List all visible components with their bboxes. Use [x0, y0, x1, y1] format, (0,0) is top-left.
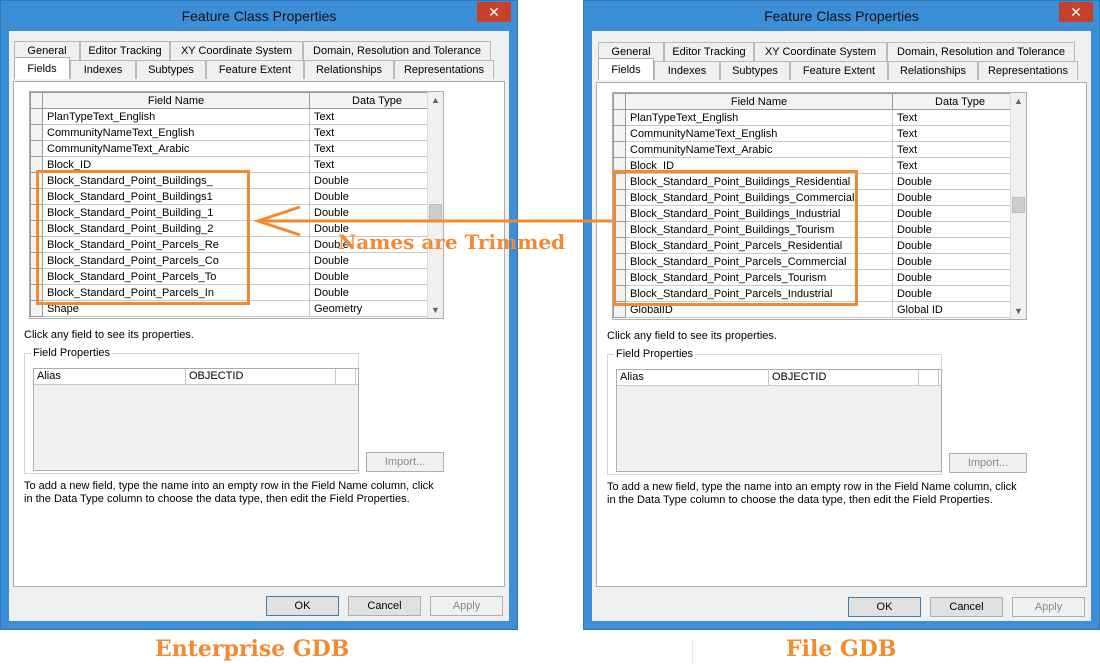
caption-file-gdb: File GDB [786, 636, 897, 662]
annotation-arrow [253, 205, 612, 237]
annotation-names-trimmed: Names are Trimmed [338, 230, 566, 254]
caption-enterprise-gdb: Enterprise GDB [155, 636, 350, 662]
caption-divider [692, 640, 693, 664]
